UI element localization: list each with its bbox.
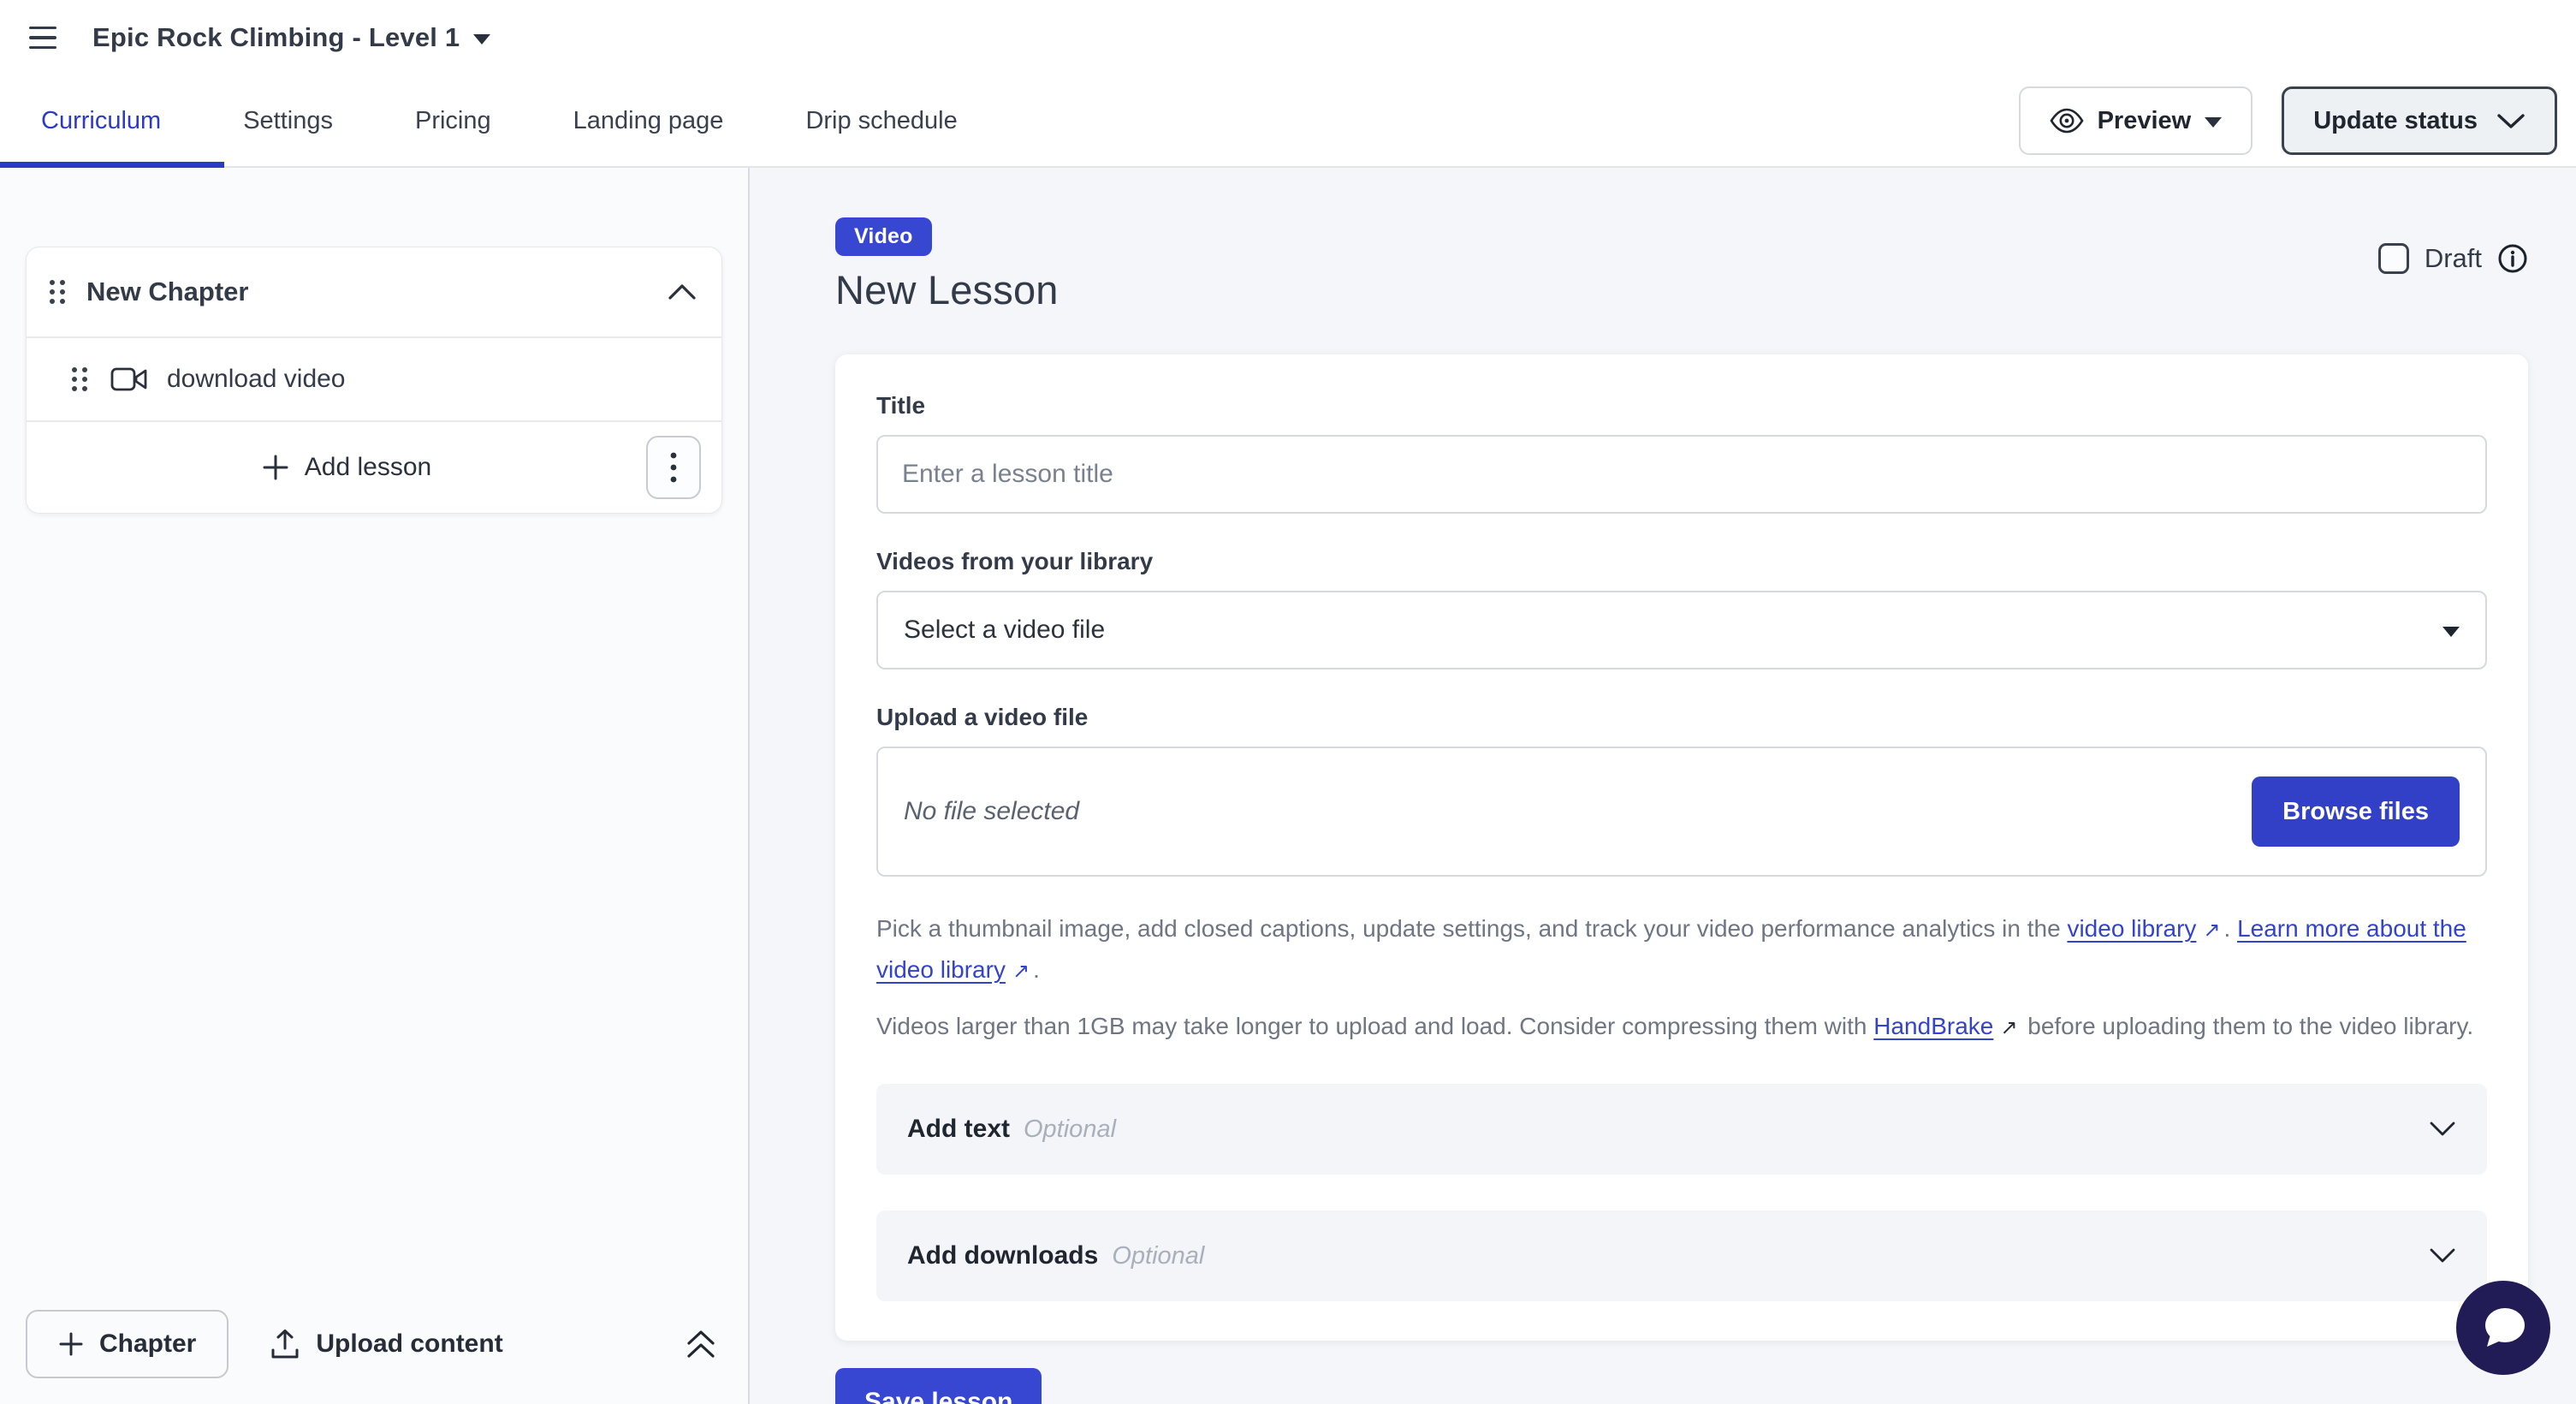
compression-help-text: Videos larger than 1GB may take longer t… <box>876 1007 2494 1048</box>
help-text: before uploading them to the video libra… <box>2021 1013 2473 1039</box>
save-lesson-button[interactable]: Save lesson <box>835 1368 1042 1404</box>
draft-label: Draft <box>2425 243 2482 274</box>
add-downloads-accordion[interactable]: Add downloads Optional <box>876 1211 2487 1301</box>
eye-icon <box>2050 108 2084 134</box>
tabbar-actions: Preview Update status <box>2019 86 2557 155</box>
link-label: HandBrake <box>1873 1013 1993 1039</box>
optional-label: Optional <box>1024 1115 1116 1144</box>
video-camera-icon <box>110 366 148 393</box>
course-title: Epic Rock Climbing - Level 1 <box>92 22 460 53</box>
add-text-label: Add text <box>907 1115 1010 1144</box>
title-field-label: Title <box>876 392 2487 419</box>
top-header: Epic Rock Climbing - Level 1 <box>0 0 2576 75</box>
drag-handle-icon[interactable] <box>69 365 90 394</box>
select-caret-icon <box>2442 627 2460 637</box>
external-link-icon: ↗ <box>2203 911 2220 950</box>
add-lesson-row: Add lesson <box>27 422 721 513</box>
preview-label: Preview <box>2098 107 2192 135</box>
menu-icon[interactable] <box>29 18 68 57</box>
info-icon[interactable] <box>2497 243 2528 274</box>
add-chapter-label: Chapter <box>99 1330 196 1359</box>
tab-label: Curriculum <box>41 107 161 135</box>
update-status-label: Update status <box>2313 107 2478 135</box>
tab-label: Landing page <box>573 107 724 135</box>
upload-icon <box>270 1328 300 1360</box>
tab-settings[interactable]: Settings <box>202 75 374 166</box>
add-lesson-button[interactable]: Add lesson <box>47 422 646 513</box>
double-chevron-up-icon <box>685 1327 717 1361</box>
selected-video-value: Select a video file <box>904 616 1105 645</box>
link-label: video library <box>2067 915 2196 942</box>
sidebar-footer: Chapter Upload content <box>26 1310 717 1378</box>
upload-content-label: Upload content <box>316 1330 502 1359</box>
tab-pricing[interactable]: Pricing <box>374 75 532 166</box>
optional-label: Optional <box>1112 1242 1204 1270</box>
no-file-text: No file selected <box>904 797 1079 826</box>
plus-icon <box>262 454 289 481</box>
chevron-down-icon <box>2429 1247 2456 1264</box>
course-switcher[interactable]: Epic Rock Climbing - Level 1 <box>92 22 490 53</box>
handbrake-link[interactable]: HandBrake <box>1873 1013 1993 1039</box>
draft-toggle: Draft <box>2378 243 2528 274</box>
chapter-header[interactable]: New Chapter <box>27 247 721 336</box>
collapse-all-button[interactable] <box>685 1327 717 1361</box>
add-downloads-label: Add downloads <box>907 1241 1098 1270</box>
upload-content-button[interactable]: Upload content <box>270 1328 502 1360</box>
help-text: Pick a thumbnail image, add closed capti… <box>876 915 2067 942</box>
lesson-header: Video New Lesson Draft <box>835 217 2528 313</box>
tab-curriculum[interactable]: Curriculum <box>0 75 202 166</box>
active-tab-underline <box>0 162 224 168</box>
chevron-down-icon <box>2429 1121 2456 1138</box>
help-text: . <box>2224 915 2238 942</box>
library-field-label: Videos from your library <box>876 548 2487 575</box>
tab-label: Pricing <box>415 107 491 135</box>
caret-down-icon <box>2205 117 2222 128</box>
content-area: New Chapter <box>0 168 2576 1404</box>
course-builder-app: Epic Rock Climbing - Level 1 Curriculum … <box>0 0 2576 1404</box>
tab-label: Settings <box>243 107 333 135</box>
help-text: . <box>1033 956 1040 983</box>
chat-bubble-icon <box>2480 1306 2526 1350</box>
external-link-icon: ↗ <box>1012 952 1030 991</box>
add-lesson-label: Add lesson <box>305 453 431 482</box>
chapter-options-button[interactable] <box>646 436 701 499</box>
lesson-title-block: Video New Lesson <box>835 217 1059 313</box>
chapter-card: New Chapter <box>26 247 722 514</box>
lesson-type-badge: Video <box>835 217 932 256</box>
tabs: Curriculum Settings Pricing Landing page… <box>0 75 999 166</box>
lesson-form-card: Title Videos from your library Select a … <box>835 354 2528 1341</box>
file-upload-box: No file selected Browse files <box>876 747 2487 877</box>
chevron-down-icon <box>2496 112 2526 129</box>
lesson-title: download video <box>167 365 346 394</box>
page-title: New Lesson <box>835 266 1059 313</box>
help-text: Videos larger than 1GB may take longer t… <box>876 1013 1873 1039</box>
add-text-accordion[interactable]: Add text Optional <box>876 1084 2487 1175</box>
video-library-help-text: Pick a thumbnail image, add closed capti… <box>876 909 2494 991</box>
browse-files-button[interactable]: Browse files <box>2252 776 2460 847</box>
update-status-button[interactable]: Update status <box>2282 86 2557 155</box>
kebab-menu-icon <box>669 450 678 485</box>
video-library-select[interactable]: Select a video file <box>876 591 2487 669</box>
collapse-chapter-button[interactable] <box>667 283 697 301</box>
chapter-title: New Chapter <box>86 277 248 307</box>
chat-widget-button[interactable] <box>2456 1281 2550 1375</box>
external-link-icon: ↗ <box>2000 1008 2017 1048</box>
lesson-editor: Video New Lesson Draft Ti <box>750 168 2576 1404</box>
add-chapter-button[interactable]: Chapter <box>26 1310 229 1378</box>
plus-icon <box>58 1331 84 1357</box>
lesson-title-input[interactable] <box>876 435 2487 514</box>
curriculum-sidebar: New Chapter <box>0 168 750 1404</box>
drag-handle-icon[interactable] <box>47 277 68 306</box>
video-library-link[interactable]: video library↗ <box>2067 915 2223 942</box>
tab-drip-schedule[interactable]: Drip schedule <box>764 75 998 166</box>
lesson-item[interactable]: download video <box>27 338 721 420</box>
draft-checkbox[interactable] <box>2378 243 2409 274</box>
tab-landing-page[interactable]: Landing page <box>532 75 765 166</box>
course-tabbar: Curriculum Settings Pricing Landing page… <box>0 75 2576 168</box>
caret-down-icon <box>473 34 490 45</box>
tab-label: Drip schedule <box>805 107 957 135</box>
upload-field-label: Upload a video file <box>876 704 2487 731</box>
preview-button[interactable]: Preview <box>2019 86 2253 155</box>
